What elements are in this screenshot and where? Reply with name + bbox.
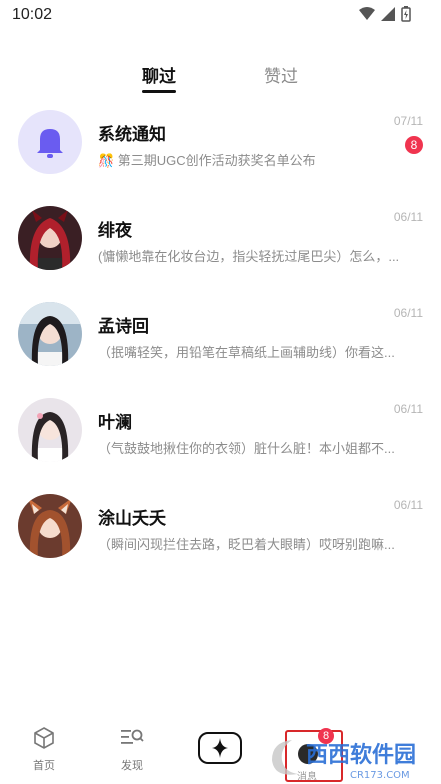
- conversation-row[interactable]: 涂山夭夭 06/11 （瞬间闪现拦住去路，眨巴着大眼睛）哎呀别跑嘛...: [0, 494, 441, 572]
- conversation-row[interactable]: 叶澜 06/11 （气鼓鼓地揪住你的衣领）脏什么脏！本小姐都不...: [0, 398, 441, 476]
- conversation-name: 绯夜: [98, 221, 132, 240]
- conversation-preview: （抿嘴轻笑，用铅笔在草稿纸上画辅助线）你看这...: [98, 345, 395, 360]
- nav-home-label: 首页: [33, 760, 55, 772]
- conversation-preview: 🎊 第三期UGC创作活动获奖名单公布: [98, 153, 316, 168]
- conversation-date: 07/11: [393, 114, 423, 128]
- watermark-logo: 西西软件园 CR173.COM: [272, 740, 416, 781]
- home-icon: [34, 727, 54, 749]
- tab-bar: 聊过 赞过: [0, 58, 441, 98]
- sparkle-icon: [212, 738, 228, 758]
- watermark-text: 西西软件园: [306, 742, 416, 768]
- conversation-name: 涂山夭夭: [98, 509, 166, 528]
- tab-active-indicator: [142, 90, 176, 93]
- bottom-nav: 首页 发现 消息 8 西西软件园 CR173.COM: [0, 718, 441, 784]
- conversation-name: 叶澜: [98, 413, 132, 432]
- wifi-icon: [359, 7, 375, 20]
- avatar: [18, 206, 82, 270]
- status-icons: [359, 6, 411, 22]
- conversation-preview: （瞬间闪现拦住去路，眨巴着大眼睛）哎呀别跑嘛...: [98, 537, 395, 552]
- nav-home[interactable]: 首页: [14, 726, 74, 773]
- status-bar: 10:02: [0, 0, 441, 30]
- status-time: 10:02: [12, 6, 53, 23]
- unread-badge: 8: [405, 136, 423, 154]
- nav-discover-label: 发现: [121, 760, 143, 772]
- conversation-row[interactable]: 孟诗回 06/11 （抿嘴轻笑，用铅笔在草稿纸上画辅助线）你看这...: [0, 302, 441, 380]
- avatar: [18, 110, 82, 174]
- discover-icon: [121, 729, 144, 744]
- nav-discover[interactable]: 发现: [102, 726, 162, 773]
- bell-icon: [37, 129, 63, 158]
- conversation-date: 06/11: [393, 498, 423, 512]
- conversation-preview: （气鼓鼓地揪住你的衣领）脏什么脏！本小姐都不...: [98, 441, 395, 456]
- watermark-sub: CR173.COM: [350, 770, 410, 781]
- conversation-preview: (慵懒地靠在化妆台边，指尖轻抚过尾巴尖）怎么，...: [98, 249, 400, 264]
- tab-chatted[interactable]: 聊过: [142, 62, 176, 87]
- conversation-row-system[interactable]: 系统通知 07/11 🎊 第三期UGC创作活动获奖名单公布 8: [0, 110, 441, 188]
- avatar: [18, 494, 82, 558]
- tab-liked[interactable]: 赞过: [264, 62, 298, 87]
- watermark: 西西软件园 CR173.COM: [262, 730, 441, 784]
- create-button[interactable]: [198, 732, 242, 764]
- signal-icon: [381, 7, 395, 21]
- conversation-row[interactable]: 绯夜 06/11 (慵懒地靠在化妆台边，指尖轻抚过尾巴尖）怎么，...: [0, 206, 441, 284]
- avatar: [18, 398, 82, 462]
- conversation-date: 06/11: [393, 210, 423, 224]
- conversation-date: 06/11: [393, 402, 423, 416]
- conversation-date: 06/11: [393, 306, 423, 320]
- conversation-name: 系统通知: [98, 125, 166, 144]
- avatar: [18, 302, 82, 366]
- conversation-name: 孟诗回: [98, 317, 149, 336]
- battery-icon: [401, 6, 411, 22]
